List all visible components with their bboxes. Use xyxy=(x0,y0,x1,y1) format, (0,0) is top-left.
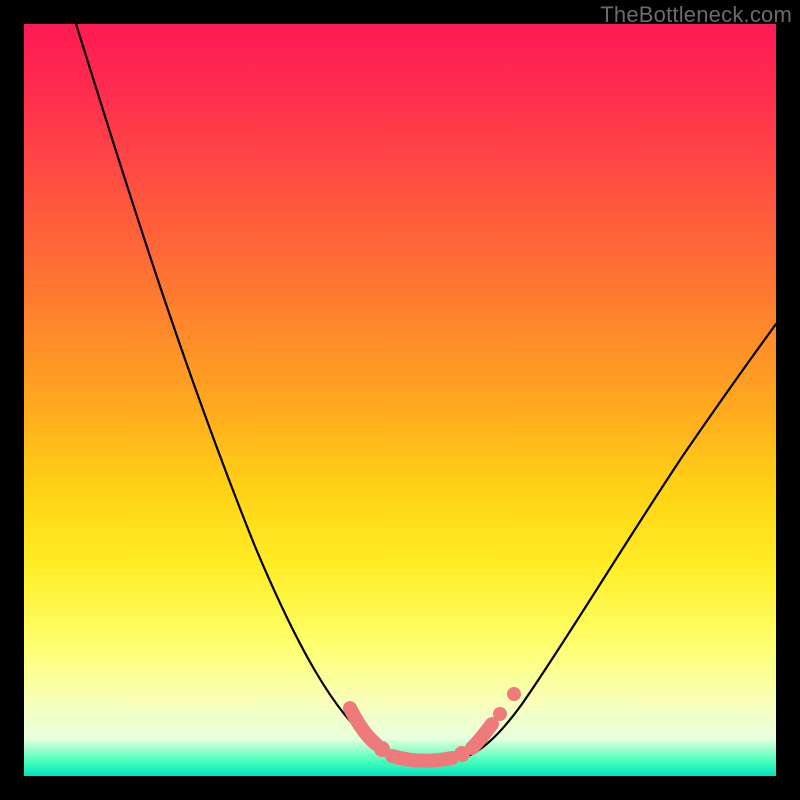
chart-frame xyxy=(24,24,776,776)
curve-right xyxy=(456,324,776,760)
bead-4 xyxy=(507,687,521,701)
bead-group xyxy=(350,687,521,762)
bead-3 xyxy=(493,707,507,721)
bead-right-segment-1 xyxy=(472,724,492,748)
bead-left-segment xyxy=(350,708,376,744)
curve-left xyxy=(76,24,420,760)
watermark-text: TheBottleneck.com xyxy=(600,2,792,28)
chart-svg xyxy=(24,24,776,776)
bead-bottom-segment xyxy=(392,756,452,761)
